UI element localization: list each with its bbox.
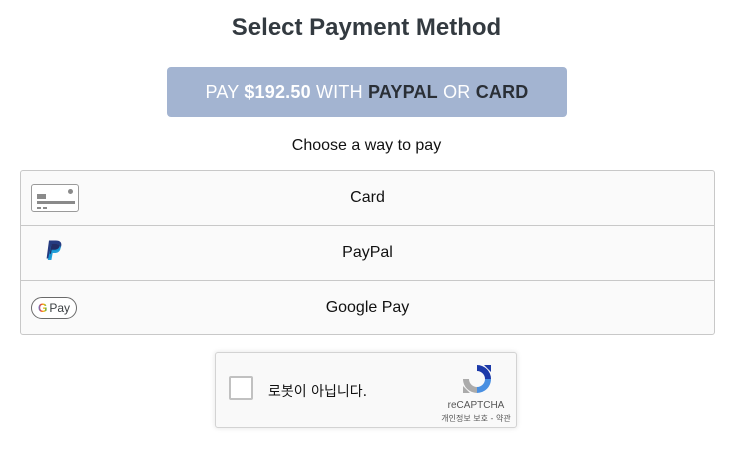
- recaptcha-links: 개인정보 보호 - 약관: [428, 413, 524, 424]
- payment-methods-list: Card PayPal G Pay Google Pay: [20, 170, 715, 335]
- pay-paypal: PAYPAL: [367, 81, 438, 102]
- payment-method-google-pay[interactable]: G Pay Google Pay: [21, 281, 714, 334]
- terms-link[interactable]: 약관: [496, 414, 511, 423]
- links-separator: -: [487, 414, 496, 423]
- google-pay-icon: G Pay: [31, 296, 77, 319]
- paypal-icon: [45, 240, 63, 267]
- payment-method-paypal[interactable]: PayPal: [21, 226, 714, 281]
- credit-card-icon: [31, 184, 79, 212]
- pay-prefix: PAY: [205, 81, 245, 102]
- payment-method-label: Google Pay: [325, 298, 410, 316]
- pay-card: CARD: [475, 81, 529, 102]
- privacy-link[interactable]: 개인정보 보호: [441, 414, 488, 423]
- pay-amount: $192.50: [244, 81, 311, 102]
- page-title: Select Payment Method: [231, 14, 502, 41]
- choose-heading: Choose a way to pay: [291, 137, 442, 154]
- payment-method-card[interactable]: Card: [21, 171, 714, 226]
- pay-or: OR: [437, 81, 476, 102]
- payment-method-label: PayPal: [342, 244, 393, 261]
- payment-method-label: Card: [350, 189, 385, 206]
- recaptcha-checkbox[interactable]: [229, 376, 253, 400]
- recaptcha-label: 로봇이 아닙니다.: [268, 384, 368, 400]
- recaptcha-logo-icon: [463, 365, 491, 393]
- pay-with: WITH: [310, 81, 368, 102]
- recaptcha-widget: 로봇이 아닙니다. reCAPTCHA 개인정보 보호 - 약관: [215, 352, 517, 428]
- pay-button[interactable]: PAY $192.50 WITH PAYPAL OR CARD: [167, 67, 567, 117]
- recaptcha-brand: reCAPTCHA: [447, 400, 505, 411]
